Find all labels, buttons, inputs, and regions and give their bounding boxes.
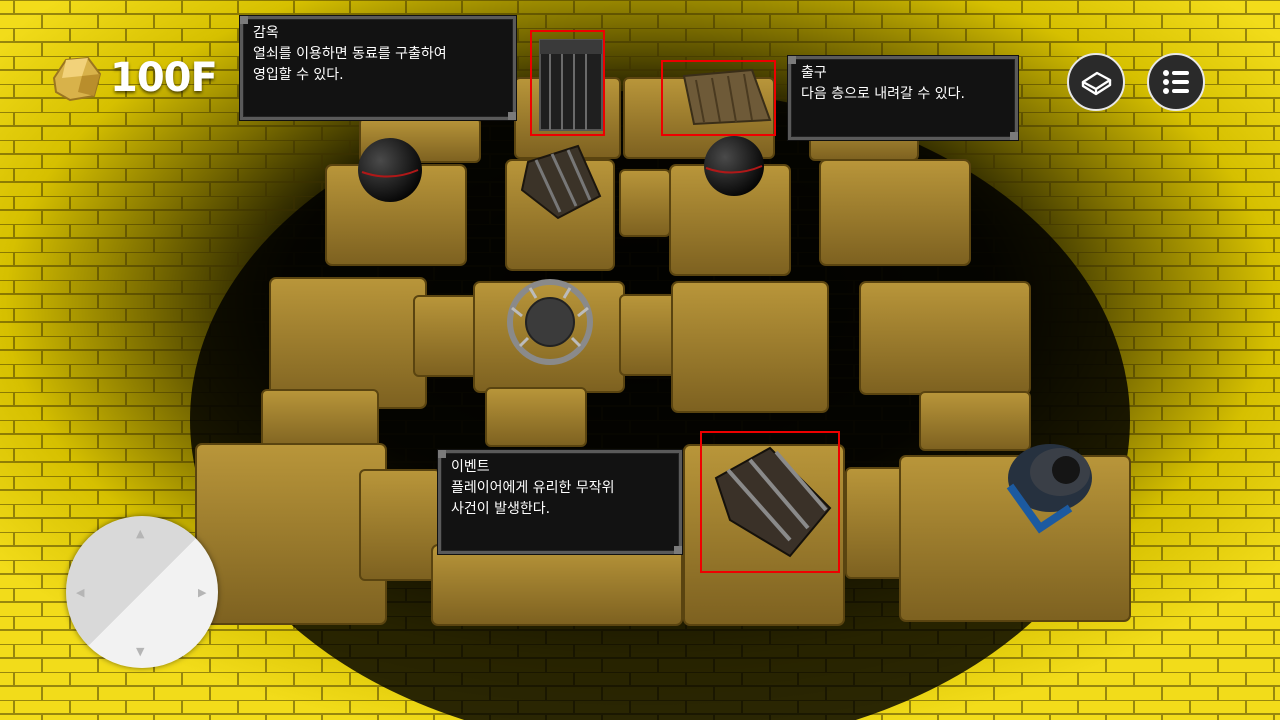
- virtual-joystick[interactable]: ▲ ▼ ◀ ▶: [66, 516, 218, 668]
- exit-tooltip-title: 출구: [801, 65, 827, 81]
- prison-cage[interactable]: [539, 39, 603, 131]
- event-tooltip-title: 이벤트: [451, 459, 490, 475]
- event-tooltip-line2: 사건이 발생한다.: [451, 501, 551, 517]
- black-bomb: [358, 138, 422, 202]
- joystick-right-arrow-icon: ▶: [198, 586, 207, 599]
- menu-button[interactable]: [1147, 53, 1205, 111]
- gold-nugget-icon: [52, 56, 102, 102]
- prison-tooltip-line2: 영입할 수 있다.: [253, 67, 344, 83]
- exit-tooltip: 출구 다음 층으로 내려갈 수 있다.: [788, 56, 1018, 140]
- floor-counter: 100F: [46, 48, 218, 108]
- black-bomb: [704, 136, 764, 196]
- book-button[interactable]: [1067, 53, 1125, 111]
- floor-label: 100F: [110, 55, 218, 101]
- event-tooltip-line1: 플레이어에게 유리한 무작위: [451, 480, 615, 496]
- joystick-down-arrow-icon: ▼: [136, 645, 145, 658]
- exit-tooltip-line1: 다음 층으로 내려갈 수 있다.: [801, 86, 965, 102]
- event-tooltip: 이벤트 플레이어에게 유리한 무작위 사건이 발생한다.: [438, 450, 682, 554]
- prison-tooltip-title: 감옥: [253, 25, 279, 41]
- prison-tooltip: 감옥 열쇠를 이용하면 동료를 구출하여 영입할 수 있다.: [240, 16, 516, 120]
- book-icon: [1081, 71, 1112, 96]
- joystick-left-arrow-icon: ◀: [76, 586, 85, 599]
- prison-tooltip-line1: 열쇠를 이용하면 동료를 구출하여: [253, 46, 447, 62]
- joystick-up-arrow-icon: ▲: [136, 527, 145, 540]
- menu-list-icon: [1163, 70, 1189, 94]
